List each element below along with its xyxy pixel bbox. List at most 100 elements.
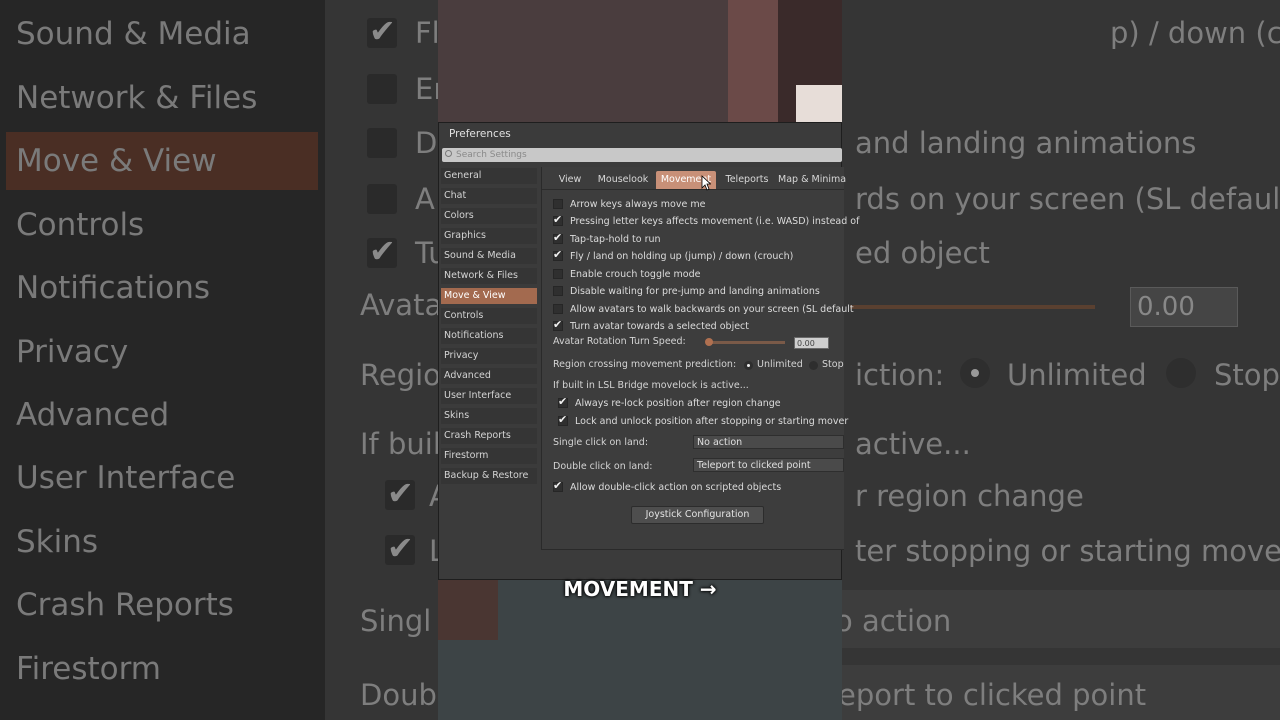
checkbox[interactable]: [553, 286, 563, 296]
checkbox-label: Pressing letter keys affects movement (i…: [570, 216, 860, 227]
checkbox-label: Lock and unlock position after stopping …: [575, 416, 849, 427]
background-sidebar-item: Network & Files: [16, 80, 258, 116]
background-text: ter stopping or starting mover: [855, 534, 1280, 568]
background-sidebar-item: Crash Reports: [16, 587, 234, 623]
background-check-icon: ✔: [387, 474, 414, 512]
sidebar-item-firestorm[interactable]: Firestorm: [441, 448, 537, 464]
double-click-dropdown[interactable]: Teleport to clicked point: [693, 458, 844, 472]
sidebar-item-colors[interactable]: Colors: [441, 208, 537, 224]
check-icon: ✔: [558, 395, 568, 408]
background-sidebar-item: Advanced: [16, 397, 170, 433]
checkbox-label: Always re-lock position after region cha…: [575, 398, 781, 409]
sidebar-item-controls[interactable]: Controls: [441, 308, 537, 324]
single-click-dropdown[interactable]: No action: [693, 435, 844, 449]
sidebar-item-general[interactable]: General: [441, 168, 537, 184]
tab-map-minimap[interactable]: Map & Minima: [778, 171, 846, 189]
background-check-icon: ✔: [387, 529, 414, 567]
sidebar-item-privacy[interactable]: Privacy: [441, 348, 537, 364]
sidebar-item-notifications[interactable]: Notifications: [441, 328, 537, 344]
background-check-icon: ✔: [369, 232, 396, 270]
lsl-bridge-label: If built in LSL Bridge movelock is activ…: [553, 380, 749, 391]
sidebar-item-crash-reports[interactable]: Crash Reports: [441, 428, 537, 444]
checkbox-label: Tap-tap-hold to run: [570, 234, 661, 245]
background-text: Regio: [360, 358, 441, 392]
rotation-speed-input[interactable]: 0.00: [794, 337, 829, 349]
double-click-label: Double click on land:: [553, 461, 653, 472]
background-speed-input: 0.00: [1130, 287, 1238, 327]
background-text: leport to clicked point: [830, 678, 1147, 712]
tab-view[interactable]: View: [552, 171, 588, 189]
background-text: ed object: [855, 236, 990, 270]
background-sidebar-item: Sound & Media: [16, 16, 251, 52]
checkbox[interactable]: [553, 199, 563, 209]
slider-handle[interactable]: [705, 338, 713, 346]
sidebar-item-skins[interactable]: Skins: [441, 408, 537, 424]
preferences-sidebar: General Chat Colors Graphics Sound & Med…: [441, 168, 537, 498]
background-text: Stop: [1214, 358, 1280, 392]
radio-unlimited[interactable]: [744, 361, 753, 370]
background-text: Avata: [360, 288, 443, 322]
joystick-configuration-button[interactable]: Joystick Configuration: [631, 506, 764, 524]
checkbox-label: Disable waiting for pre-jump and landing…: [570, 286, 820, 297]
background-text: active...: [855, 427, 971, 461]
search-icon: [445, 150, 452, 157]
movement-panel: View Mouselook Movement Teleports Map & …: [541, 167, 859, 550]
background-sidebar-item: Skins: [16, 524, 99, 560]
check-icon: ✔: [553, 231, 563, 244]
checkbox-label: Enable crouch toggle mode: [570, 269, 701, 280]
background-radio: [1166, 358, 1196, 388]
background-text: rds on your screen (SL defaul: [855, 182, 1280, 216]
radio-unlimited-label: Unlimited: [757, 359, 803, 370]
check-icon: ✔: [558, 413, 568, 426]
radio-stop-label: Stop: [822, 359, 844, 370]
checkbox-label: Allow double-click action on scripted ob…: [570, 482, 782, 493]
background-checkbox: [367, 184, 397, 214]
mouse-cursor-icon: [701, 175, 711, 191]
game-wall: [438, 0, 728, 125]
game-sign: [796, 85, 842, 125]
background-text: A: [415, 182, 435, 216]
tab-bar: View Mouselook Movement Teleports Map & …: [542, 171, 846, 190]
checkbox[interactable]: [553, 269, 563, 279]
radio-stop[interactable]: [809, 361, 818, 370]
sidebar-item-user-interface[interactable]: User Interface: [441, 388, 537, 404]
rotation-speed-label: Avatar Rotation Turn Speed:: [553, 336, 686, 347]
sidebar-item-network-files[interactable]: Network & Files: [441, 268, 537, 284]
background-text: Singl: [360, 604, 432, 638]
video-caption: MOVEMENT →: [563, 577, 717, 601]
background-sidebar-item: User Interface: [16, 460, 236, 496]
game-floor: [438, 580, 842, 720]
background-text: p) / down (crouch): [1110, 16, 1280, 50]
tab-teleports[interactable]: Teleports: [722, 171, 772, 189]
rotation-speed-slider[interactable]: [707, 341, 785, 344]
background-sidebar-item: Firestorm: [16, 651, 161, 687]
background-text: iction:: [855, 358, 945, 392]
window-title: Preferences: [449, 128, 511, 140]
check-icon: ✔: [553, 248, 563, 261]
sidebar-item-move-view[interactable]: Move & View: [441, 288, 537, 304]
region-crossing-label: Region crossing movement prediction:: [553, 359, 737, 370]
background-sidebar: Sound & Media Network & Files Move & Vie…: [0, 0, 325, 720]
checkbox-label: Allow avatars to walk backwards on your …: [570, 304, 854, 315]
background-text: Fl: [415, 16, 440, 50]
sidebar-item-advanced[interactable]: Advanced: [441, 368, 537, 384]
background-sidebar-item: Controls: [16, 207, 145, 243]
background-text: If buil: [360, 427, 441, 461]
tab-mouselook[interactable]: Mouselook: [594, 171, 652, 189]
sidebar-item-chat[interactable]: Chat: [441, 188, 537, 204]
sidebar-item-backup-restore[interactable]: Backup & Restore: [441, 468, 537, 484]
checkbox[interactable]: [553, 304, 563, 314]
background-text: Unlimited: [1007, 358, 1147, 392]
checkbox-label: Fly / land on holding up (jump) / down (…: [570, 251, 794, 262]
background-text: Doub: [360, 678, 437, 712]
check-icon: ✔: [553, 213, 563, 226]
sidebar-item-graphics[interactable]: Graphics: [441, 228, 537, 244]
background-sidebar-item: Privacy: [16, 334, 129, 370]
sidebar-item-sound-media[interactable]: Sound & Media: [441, 248, 537, 264]
preferences-window: Preferences Search Settings General Chat…: [438, 122, 859, 580]
single-click-label: Single click on land:: [553, 437, 649, 448]
background-text: o action: [835, 604, 952, 638]
background-slider: [850, 305, 1095, 309]
background-sidebar-item: Move & View: [16, 143, 217, 179]
search-input[interactable]: Search Settings: [442, 148, 842, 162]
